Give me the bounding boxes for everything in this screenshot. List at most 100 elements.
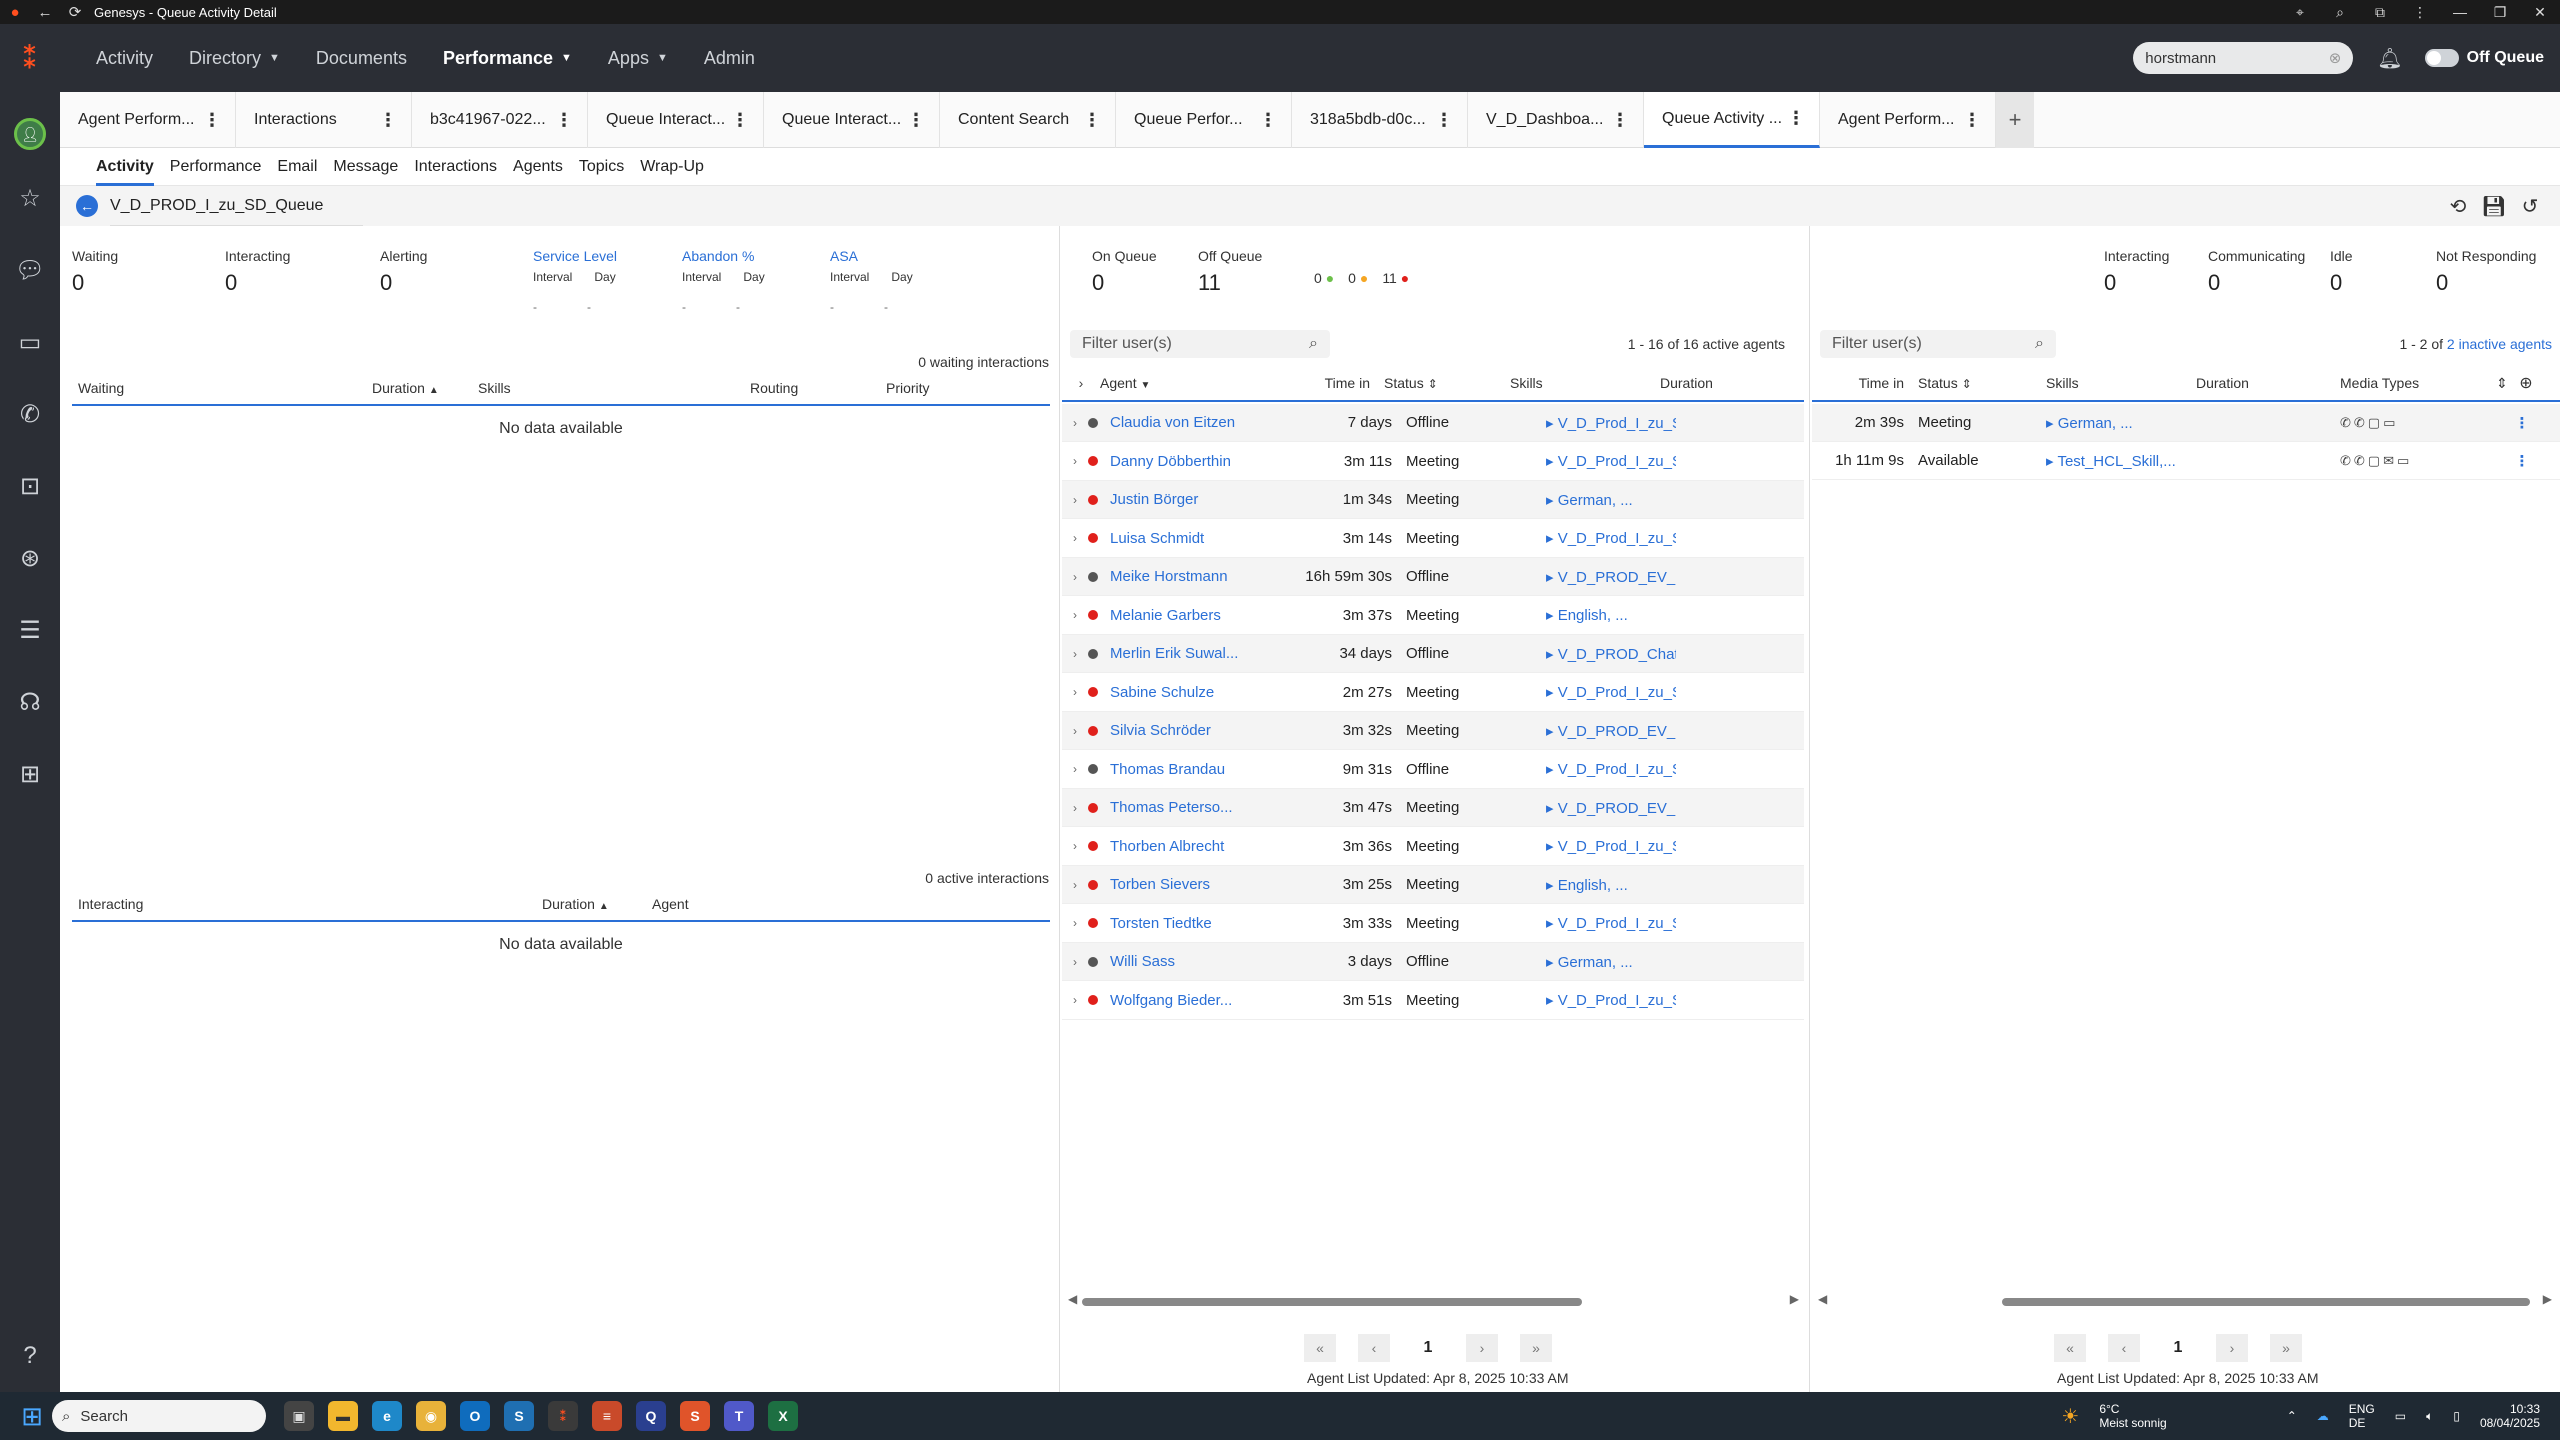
queue-name[interactable]: V_D_PROD_I_zu_SD_Queue	[110, 186, 364, 226]
expand-row-icon[interactable]: ›	[1062, 647, 1088, 661]
col-status[interactable]: Status ⇕	[1904, 375, 2046, 391]
taskbar-search-input[interactable]: ⌕ Search	[52, 1400, 266, 1432]
expand-row-icon[interactable]: ›	[1062, 955, 1088, 969]
table-row[interactable]: › Thomas Brandau 9m 31s Offline ▸ V_D_Prod_I…	[1062, 751, 1804, 789]
expand-row-icon[interactable]: ›	[1062, 916, 1088, 930]
agent-name-link[interactable]: Claudia von Eitzen	[1110, 414, 1300, 431]
expand-row-icon[interactable]: ›	[1062, 531, 1088, 545]
first-page-button[interactable]: «	[2054, 1334, 2086, 1362]
nav-apps[interactable]: Apps ▼	[608, 48, 668, 69]
agent-name-link[interactable]: Torsten Tiedtke	[1110, 915, 1300, 932]
location-icon[interactable]: ⌖	[2280, 4, 2320, 21]
tab-menu-icon[interactable]: ⋮	[379, 110, 397, 131]
col-agent[interactable]: Agent	[652, 896, 852, 912]
back-circle-icon[interactable]: ←	[76, 195, 98, 217]
favorites-star-icon[interactable]: ☆	[0, 184, 60, 213]
table-row[interactable]: › Thorben Albrecht 3m 36s Meeting ▸ V_D_Prod…	[1062, 828, 1804, 866]
nav-documents[interactable]: Documents	[316, 48, 407, 69]
subtab-interactions[interactable]: Interactions	[414, 148, 497, 186]
stacked-app-icon[interactable]: ≡	[592, 1401, 622, 1431]
expand-row-icon[interactable]: ›	[1062, 993, 1088, 1007]
table-row[interactable]: › Danny Döbberthin 3m 11s Meeting ▸ V_D_Prod…	[1062, 443, 1804, 481]
skills-value[interactable]: ▸ V_D_Prod_I_zu_S	[1546, 760, 1676, 778]
subtab-wrap-up[interactable]: Wrap-Up	[640, 148, 704, 186]
table-row[interactable]: › Willi Sass 3 days Offline ▸ German, ...	[1062, 943, 1804, 981]
table-row[interactable]: › Claudia von Eitzen 7 days Offline ▸ V_D_Pr…	[1062, 404, 1804, 442]
skills-value[interactable]: ▸ V_D_Prod_I_zu_S	[1546, 452, 1676, 470]
weather-widget[interactable]: 6°C Meist sonnig	[2099, 1402, 2166, 1430]
tab-agent-performance[interactable]: Agent Perform... ⋮	[60, 92, 236, 148]
language-indicator[interactable]: ENG DE	[2349, 1402, 2375, 1430]
skills-value[interactable]: ▸ Test_HCL_Skill,...	[2046, 452, 2340, 470]
last-page-button[interactable]: »	[1520, 1334, 1552, 1362]
col-status[interactable]: Status ⇕	[1370, 375, 1510, 391]
skills-value[interactable]: ▸ German, ...	[2046, 414, 2340, 432]
expand-row-icon[interactable]: ›	[1062, 608, 1088, 622]
tray-chevron-icon[interactable]: ⌃	[2287, 1409, 2297, 1423]
skills-value[interactable]: ▸ V_D_Prod_I_zu_S	[1546, 991, 1676, 1009]
table-row[interactable]: 1h 11m 9s Available ▸ Test_HCL_Skill,...…	[1812, 442, 2560, 480]
horizontal-scrollbar[interactable]	[2002, 1298, 2530, 1306]
tab-queue-interactions-2[interactable]: Queue Interact... ⋮	[764, 92, 940, 148]
tab-menu-icon[interactable]: ⋮	[1963, 110, 1981, 131]
refresh-icon[interactable]: ⟳	[60, 3, 90, 21]
agent-name-link[interactable]: Luisa Schmidt	[1110, 530, 1300, 547]
tab-queue-performance[interactable]: Queue Perfor... ⋮	[1116, 92, 1292, 148]
save-icon[interactable]: 💾︎	[2476, 194, 2512, 219]
col-duration[interactable]: Duration ▲	[372, 380, 478, 396]
nav-activity[interactable]: Activity	[96, 48, 153, 69]
col-interacting[interactable]: Interacting	[72, 896, 542, 912]
last-page-button[interactable]: »	[2270, 1334, 2302, 1362]
snagit-app-icon[interactable]: S	[680, 1401, 710, 1431]
close-icon[interactable]: ✕	[2520, 4, 2560, 21]
edge-browser-icon[interactable]: e	[372, 1401, 402, 1431]
help-icon[interactable]: ?	[0, 1342, 60, 1370]
sync-icon[interactable]: ⟲	[2440, 194, 2476, 219]
scroll-left-icon[interactable]: ◀	[1818, 1292, 1827, 1306]
tab-interactions[interactable]: Interactions ⋮	[236, 92, 412, 148]
battery-icon[interactable]: ▯	[2453, 1409, 2460, 1423]
col-time-in[interactable]: Time in	[1812, 375, 1904, 391]
tab-vd-dashboard[interactable]: V_D_Dashboa... ⋮	[1468, 92, 1644, 148]
col-agent[interactable]: Agent ▼	[1100, 375, 1250, 391]
more-menu-icon[interactable]: ⋮	[2400, 4, 2440, 21]
tab-menu-icon[interactable]: ⋮	[1787, 108, 1805, 129]
tab-b3c41967[interactable]: b3c41967-022... ⋮	[412, 92, 588, 148]
apps-grid-icon[interactable]: ⊞	[0, 760, 60, 789]
expand-all-icon[interactable]: ›	[1062, 375, 1100, 391]
expand-row-icon[interactable]: ›	[1062, 454, 1088, 468]
global-search-input[interactable]: horstmann ⊗	[2133, 42, 2354, 74]
agent-name-link[interactable]: Merlin Erik Suwal...	[1110, 645, 1300, 662]
expand-row-icon[interactable]: ›	[1062, 416, 1088, 430]
table-row[interactable]: › Torsten Tiedtke 3m 33s Meeting ▸ V_D_Prod_…	[1062, 905, 1804, 943]
col-duration[interactable]: Duration ▲	[542, 896, 652, 912]
zoom-icon[interactable]: ⌕	[2320, 4, 2360, 21]
col-time-in[interactable]: Time in	[1250, 375, 1370, 391]
weather-sun-icon[interactable]: ☀	[2061, 1404, 2079, 1429]
skills-value[interactable]: ▸ V_D_PROD_EV_C	[1546, 568, 1676, 586]
tab-menu-icon[interactable]: ⋮	[1435, 110, 1453, 131]
active-filter-input[interactable]: Filter user(s) ⌕	[1070, 330, 1330, 358]
subtab-email[interactable]: Email	[277, 148, 317, 186]
nav-admin[interactable]: Admin	[704, 48, 755, 69]
skills-value[interactable]: ▸ English, ...	[1546, 606, 1676, 624]
tab-menu-icon[interactable]: ⋮	[555, 110, 573, 131]
skills-value[interactable]: ▸ V_D_Prod_I_zu_S	[1546, 414, 1676, 432]
table-row[interactable]: › Sabine Schulze 2m 27s Meeting ▸ V_D_Prod_I…	[1062, 674, 1804, 712]
agent-name-link[interactable]: Sabine Schulze	[1110, 684, 1300, 701]
prev-page-button[interactable]: ‹	[1358, 1334, 1390, 1362]
agent-name-link[interactable]: Thomas Brandau	[1110, 761, 1300, 778]
queue-status-toggle[interactable]	[2424, 49, 2459, 67]
subtab-activity[interactable]: Activity	[96, 148, 154, 186]
skills-value[interactable]: ▸ English, ...	[1546, 876, 1676, 894]
expand-row-icon[interactable]: ›	[1062, 878, 1088, 892]
table-row[interactable]: › Torben Sievers 3m 25s Meeting ▸ English, .…	[1062, 866, 1804, 904]
tab-menu-icon[interactable]: ⋮	[1611, 110, 1629, 131]
expand-row-icon[interactable]: ›	[1062, 762, 1088, 776]
table-row[interactable]: › Melanie Garbers 3m 37s Meeting ▸ English, …	[1062, 597, 1804, 635]
system-clock[interactable]: 10:33 08/04/2025	[2480, 1402, 2540, 1430]
col-media-types[interactable]: Media Types	[2340, 375, 2490, 391]
first-page-button[interactable]: «	[1304, 1334, 1336, 1362]
expand-row-icon[interactable]: ›	[1062, 685, 1088, 699]
tab-menu-icon[interactable]: ⋮	[1259, 110, 1277, 131]
